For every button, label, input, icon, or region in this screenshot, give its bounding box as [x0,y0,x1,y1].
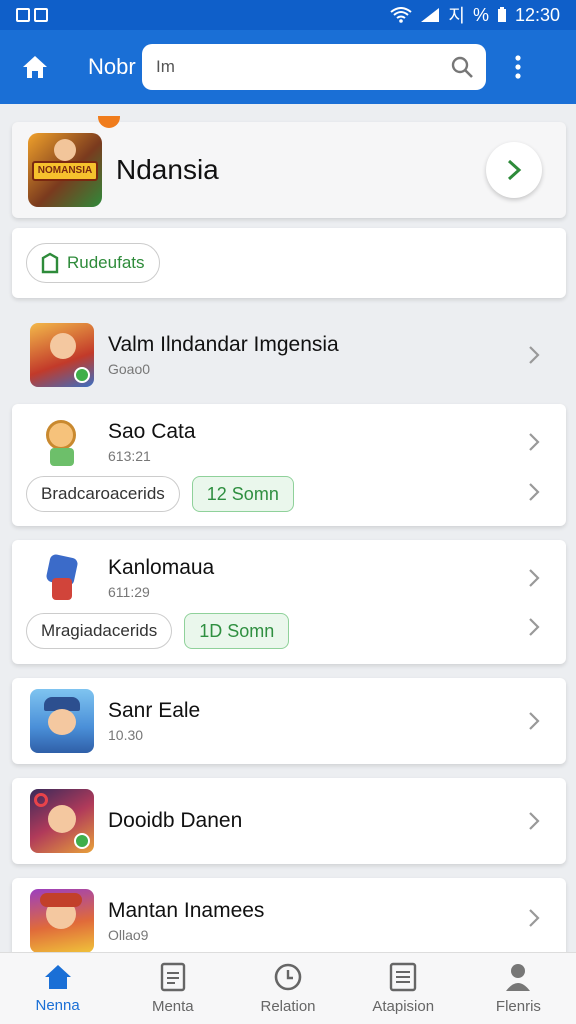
size-tag[interactable]: 1D Somn [184,613,290,649]
chevron-right-icon[interactable] [524,908,544,928]
bottom-navigation: Nenna Menta Relation Atapision Flenris [0,952,576,1024]
more-vert-icon [515,55,521,79]
notification-icon [16,8,30,22]
signal-icon [421,8,440,22]
nav-label: Menta [151,998,194,1015]
item-name: Valm Ilndandar Imgensia [108,333,339,356]
new-badge [98,116,120,128]
chevron-right-icon[interactable] [524,432,544,452]
list-item[interactable]: Valm Ilndandar Imgensia Goao0 [12,318,566,392]
chevron-right-icon[interactable] [524,345,544,365]
item-subtitle: Goao0 [108,361,151,377]
item-name: Kanlomaua [108,556,215,579]
category-chip[interactable]: Bradcaroacerids [26,476,180,512]
list-item[interactable]: Sao Cata 613:21 [12,414,566,470]
featured-game-thumbnail: NOMANSIA [28,133,102,207]
list-item-card[interactable]: Sanr Eale 10.30 [12,678,566,764]
list-item-card[interactable]: Kanlomaua 611:29 Mragiadacerids 1D Somn [12,540,566,664]
game-thumbnail [30,550,94,606]
nav-tab-list[interactable]: Atapision [346,953,461,1024]
item-name: Dooidb Danen [108,809,243,832]
list-icon [390,962,417,992]
game-thumbnail [30,889,94,953]
item-name: Mantan Inamees [108,899,265,922]
notification-icon-2 [34,8,48,22]
list-item-card[interactable]: Dooidb Danen [12,778,566,864]
chevron-right-icon[interactable] [524,811,544,831]
size-tag[interactable]: 12 Somn [191,476,294,512]
featured-open-button[interactable] [486,142,542,198]
chevron-right-icon[interactable] [524,482,544,502]
game-thumbnail [30,323,94,387]
item-name: Sanr Eale [108,699,201,722]
home-icon [23,56,47,78]
category-chip[interactable]: Mragiadacerids [26,613,173,649]
list-item[interactable]: Dooidb Danen [12,788,566,854]
home-button[interactable] [0,30,70,104]
chevron-right-icon[interactable] [524,617,544,637]
tag-icon [41,252,59,274]
filter-card: Rudeufats [12,228,566,298]
nav-label: Relation [260,998,316,1015]
nav-label: Flenris [495,998,541,1015]
person-icon [506,964,531,991]
nav-tab-profile[interactable]: Flenris [461,953,576,1024]
search-icon[interactable] [450,55,474,79]
search-input[interactable] [156,57,450,77]
thumb-caption: NOMANSIA [32,161,98,181]
game-thumbnail [30,414,94,470]
battery-percent: % [472,4,489,25]
status-bar: 지 % 12:30 [0,0,576,30]
item-subtitle: 611:29 [108,584,150,600]
signal-text: 지 [448,6,465,26]
list-item[interactable]: Sanr Eale 10.30 [12,688,566,754]
document-icon [160,962,185,992]
nav-label: Nenna [35,997,80,1014]
list-item[interactable]: Kanlomaua 611:29 [12,550,566,606]
nav-tab-home[interactable]: Nenna [0,953,115,1024]
clock-icon [274,963,302,991]
game-thumbnail [30,689,94,753]
featured-title: Ndansia [116,154,219,185]
wifi-icon [390,7,412,23]
clock-time: 12:30 [514,4,560,25]
nav-label: Atapision [372,998,435,1015]
nav-tab-document[interactable]: Menta [115,953,230,1024]
featured-card[interactable]: NOMANSIA Ndansia [12,116,566,218]
list-item-card[interactable]: Sao Cata 613:21 Bradcaroacerids 12 Somn [12,404,566,526]
item-subtitle: 613:21 [108,448,151,464]
home-icon [44,965,71,989]
list-item-card[interactable]: Mantan Inamees Ollao9 [12,878,566,958]
chevron-right-icon[interactable] [524,711,544,731]
battery-icon [497,7,506,22]
item-subtitle: Ollao9 [108,927,149,943]
list-item[interactable]: Mantan Inamees Ollao9 [12,888,566,954]
item-name: Sao Cata [108,420,196,443]
app-bar: Nobr [0,30,576,104]
nav-tab-clock[interactable]: Relation [230,953,345,1024]
filter-chip[interactable]: Rudeufats [26,243,160,283]
chevron-right-icon [507,159,522,181]
search-box[interactable] [142,44,486,90]
game-thumbnail [30,789,94,853]
more-options-button[interactable] [486,30,550,104]
chevron-right-icon[interactable] [524,568,544,588]
filter-chip-label: Rudeufats [67,253,145,272]
item-subtitle: 10.30 [108,727,144,743]
